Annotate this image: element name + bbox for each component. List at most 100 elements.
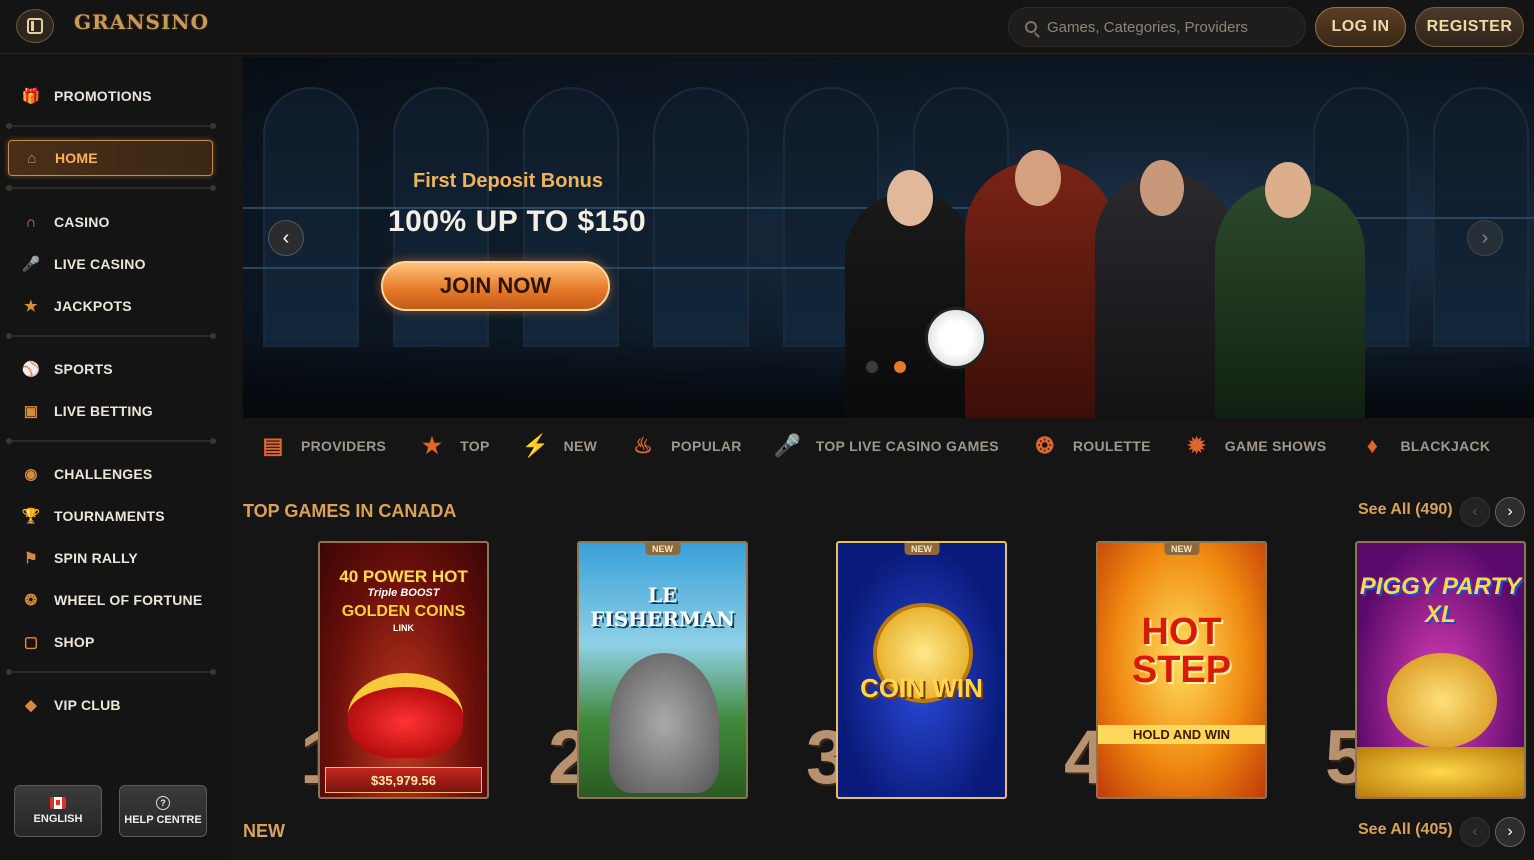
sidebar-item-label: LIVE CASINO	[54, 256, 146, 272]
category-strip: ▤ PROVIDERS ★ TOP ⚡ NEW ♨ POPULAR 🎤 TOP LIVE …	[243, 420, 1534, 472]
sidebar-item-label: TOURNAMENTS	[54, 508, 165, 524]
sidebar-item-tournaments[interactable]: 🏆 TOURNAMENTS	[20, 501, 165, 531]
question-icon: ?	[156, 796, 170, 810]
sidebar-item-challenges[interactable]: ◉ CHALLENGES	[20, 459, 152, 489]
medal-icon: ◉	[24, 466, 38, 483]
category-top[interactable]: ★ TOP	[414, 428, 489, 464]
help-centre-button[interactable]: ? HELP CENTRE	[119, 785, 207, 837]
menu-toggle-button[interactable]	[16, 9, 54, 43]
language-button[interactable]: ENGLISH	[14, 785, 102, 837]
site-logo[interactable]: GRANSINO	[74, 10, 209, 34]
cards-icon: ♦	[1366, 433, 1379, 458]
category-blackjack[interactable]: ♦ BLACKJACK	[1355, 428, 1491, 464]
character-head	[887, 170, 933, 226]
sidebar-item-label: SHOP	[54, 634, 95, 650]
sidebar-item-label: LIVE BETTING	[54, 403, 153, 419]
gold-piggy-image	[1387, 653, 1497, 748]
game-subtitle: Triple BOOST	[367, 587, 440, 599]
sidebar-icon	[27, 18, 43, 34]
chevron-right-icon: ›	[1481, 226, 1489, 249]
sidebar-item-live-casino[interactable]: 🎤 LIVE CASINO	[20, 249, 146, 279]
sidebar-item-shop[interactable]: ▢ SHOP	[20, 627, 94, 657]
game-card[interactable]: NEW LE FISHERMAN	[577, 541, 748, 799]
slot-machine-icon: ▤	[262, 433, 284, 458]
language-label: ENGLISH	[33, 813, 83, 825]
sidebar-item-label: HOME	[55, 150, 98, 166]
trophy-icon: 🏆	[21, 508, 41, 525]
sidebar-item-label: SPORTS	[54, 361, 113, 377]
game-title: COIN WIN	[860, 673, 983, 703]
category-label: ROULETTE	[1072, 438, 1151, 454]
hero-characters-image	[835, 122, 1395, 418]
category-new[interactable]: ⚡ NEW	[518, 428, 598, 464]
flag-icon: ⚑	[24, 550, 38, 567]
chevron-left-icon: ‹	[1472, 823, 1478, 840]
category-popular[interactable]: ♨ POPULAR	[625, 428, 742, 464]
roulette-icon: ❂	[1035, 433, 1055, 458]
fire-icon: ♨	[633, 433, 654, 458]
character-head	[1265, 162, 1311, 218]
wheel-icon: ✹	[1187, 433, 1207, 458]
search-input[interactable]	[1047, 18, 1287, 36]
wheel-icon: ❂	[24, 592, 38, 609]
sidebar-item-spin-rally[interactable]: ⚑ SPIN RALLY	[20, 543, 138, 573]
diamond-icon: ◆	[25, 697, 37, 714]
category-top-live-casino[interactable]: 🎤 TOP LIVE CASINO GAMES	[770, 428, 999, 464]
hero-prev-button[interactable]: ‹	[268, 220, 304, 256]
search-bar[interactable]	[1008, 7, 1306, 47]
top-games-prev-button[interactable]: ‹	[1460, 497, 1490, 527]
game-title: 40 POWER HOT	[339, 567, 468, 586]
game-card[interactable]: NEW COIN WIN	[836, 541, 1007, 799]
category-label: BLACKJACK	[1400, 438, 1491, 454]
new-games-next-button[interactable]: ›	[1495, 817, 1525, 847]
top-games-next-button[interactable]: ›	[1495, 497, 1525, 527]
microphone-icon: 🎤	[21, 256, 41, 273]
category-roulette[interactable]: ❂ ROULETTE	[1027, 428, 1151, 464]
register-button[interactable]: REGISTER	[1415, 7, 1524, 47]
category-label: TOP LIVE CASINO GAMES	[815, 438, 999, 454]
soccer-ball-icon	[925, 307, 987, 369]
chevron-right-icon: ›	[1507, 503, 1513, 520]
join-now-button[interactable]: JOIN NOW	[381, 261, 610, 311]
top-games-see-all-link[interactable]: See All (490)	[1358, 501, 1453, 519]
new-games-prev-button[interactable]: ‹	[1460, 817, 1490, 847]
game-title: PIGGY PARTY XL	[1359, 573, 1522, 628]
pot-of-gold-image	[348, 673, 463, 758]
sidebar-item-casino[interactable]: ∩ CASINO	[20, 207, 110, 237]
gift-icon: 🎁	[21, 88, 41, 105]
help-label: HELP CENTRE	[124, 814, 202, 826]
category-label: GAME SHOWS	[1224, 438, 1327, 454]
category-game-shows[interactable]: ✹ GAME SHOWS	[1179, 428, 1327, 464]
chevron-left-icon: ‹	[1472, 503, 1478, 520]
game-card[interactable]: PIGGY PARTY XL	[1355, 541, 1526, 799]
sidebar-item-label: SPIN RALLY	[54, 550, 138, 566]
game-tag: LINK	[393, 623, 414, 633]
sidebar-divider	[6, 438, 216, 444]
sidebar-item-promotions[interactable]: 🎁 PROMOTIONS	[20, 81, 152, 111]
category-label: PROVIDERS	[301, 438, 387, 454]
new-badge: NEW	[904, 543, 939, 555]
jackpot-amount: $35,979.56	[325, 767, 482, 793]
sidebar-item-home[interactable]: ⌂ HOME	[8, 140, 213, 176]
sidebar-item-wheel-of-fortune[interactable]: ❂ WHEEL OF FORTUNE	[20, 585, 203, 615]
sidebar-item-live-betting[interactable]: ▣ LIVE BETTING	[20, 396, 153, 426]
game-card[interactable]: 40 POWER HOT Triple BOOST GOLDEN COINS L…	[318, 541, 489, 799]
horseshoe-icon: ∩	[25, 213, 37, 231]
microphone-icon: 🎤	[773, 433, 802, 458]
sidebar-item-sports[interactable]: ⚾ SPORTS	[20, 354, 113, 384]
game-card[interactable]: NEW HOT STEP HOLD AND WIN	[1096, 541, 1267, 799]
login-button[interactable]: LOG IN	[1315, 7, 1406, 47]
hero-slide-dot-2[interactable]	[894, 361, 906, 373]
hero-offer-text: 100% UP TO $150	[388, 205, 647, 238]
hero-slide-dot-1[interactable]	[866, 361, 878, 373]
new-games-see-all-link[interactable]: See All (405)	[1358, 821, 1453, 839]
game-subtitle: GOLDEN COINS	[341, 603, 466, 620]
category-providers[interactable]: ▤ PROVIDERS	[255, 428, 386, 464]
hero-next-button[interactable]: ›	[1467, 220, 1503, 256]
home-icon: ⌂	[27, 149, 37, 167]
new-badge: NEW	[645, 543, 680, 555]
sidebar-item-vip-club[interactable]: ◆ VIP CLUB	[20, 690, 121, 720]
new-games-title: NEW	[243, 821, 285, 841]
sidebar-item-jackpots[interactable]: ★ JACKPOTS	[20, 291, 132, 321]
top-games-title: TOP GAMES IN CANADA	[243, 501, 457, 521]
